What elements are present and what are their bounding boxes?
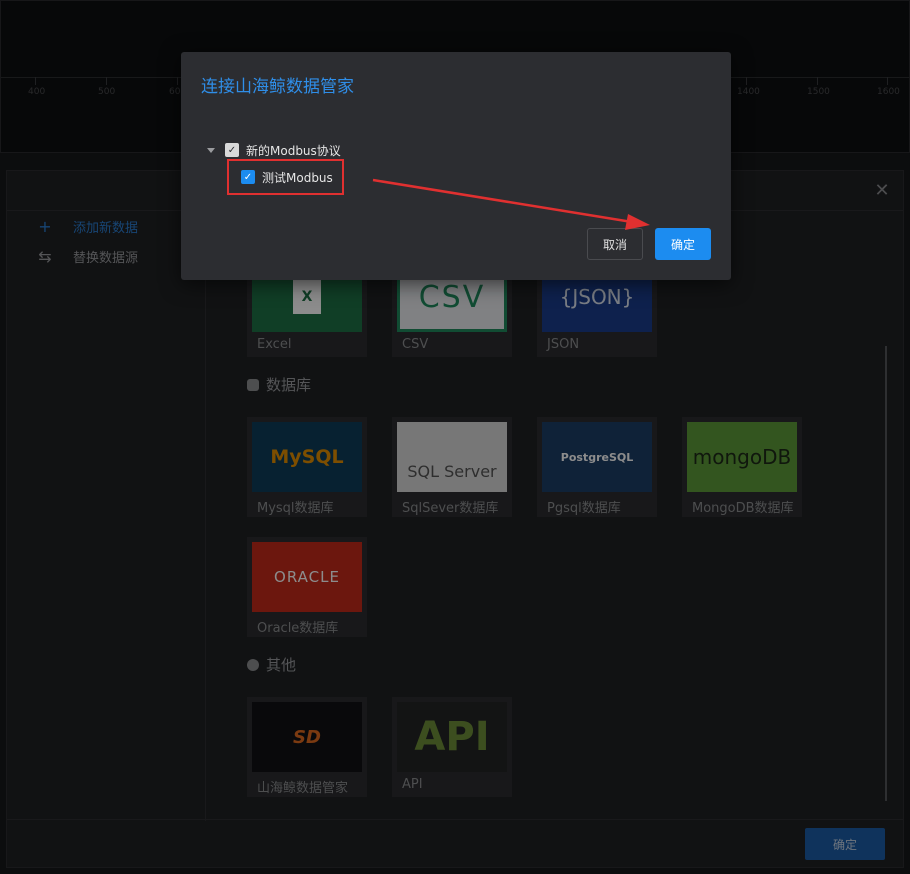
parent-checkbox[interactable]: ✓ [225,143,239,157]
app-stage: 400 500 600 1400 1500 1600 ✕ + 添加新数据 ⇆ 替… [0,0,910,874]
confirm-button[interactable]: 确定 [655,228,711,260]
cancel-button[interactable]: 取消 [587,228,643,260]
tree-node-label: 新的Modbus协议 [246,143,341,158]
child-checkbox[interactable]: ✓ [241,170,255,184]
protocol-tree: ✓ 新的Modbus协议 [207,139,341,161]
tree-node-child-highlight: ✓ 测试Modbus [227,159,344,195]
tree-node-label: 测试Modbus [262,170,333,185]
caret-down-icon[interactable] [207,147,215,153]
modal-title: 连接山海鲸数据管家 [201,77,354,97]
connect-modal: 连接山海鲸数据管家 ✓ 新的Modbus协议 ✓ 测试Modbus 取消 确定 [181,52,731,280]
tree-node-parent: ✓ 新的Modbus协议 [207,139,341,161]
